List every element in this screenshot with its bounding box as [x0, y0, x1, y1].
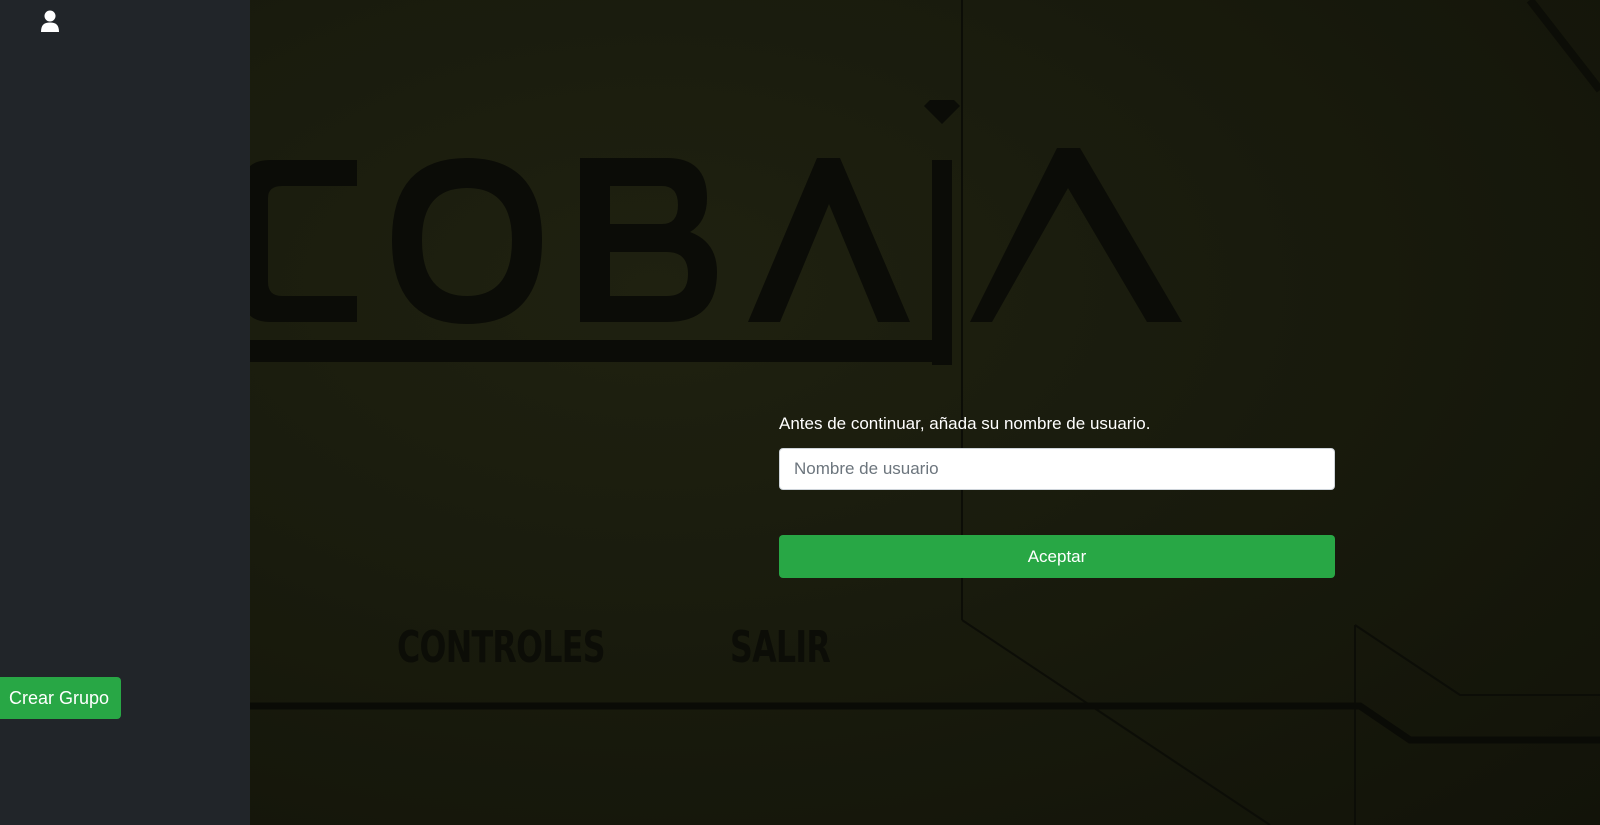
app-root: Crear Grupo CONTROLES SALIR Antes de con… — [0, 0, 1600, 825]
username-prompt: Antes de continuar, añada su nombre de u… — [779, 412, 1335, 578]
menu-controls[interactable]: CONTROLES — [397, 622, 606, 673]
user-icon[interactable] — [40, 10, 60, 32]
username-prompt-label: Antes de continuar, añada su nombre de u… — [779, 414, 1151, 433]
accept-button[interactable]: Aceptar — [779, 535, 1335, 578]
sidebar: Crear Grupo — [0, 0, 250, 825]
create-group-button[interactable]: Crear Grupo — [0, 677, 122, 719]
menu-exit[interactable]: SALIR — [730, 622, 831, 673]
username-input[interactable] — [779, 448, 1335, 490]
game-logo — [250, 88, 1202, 380]
